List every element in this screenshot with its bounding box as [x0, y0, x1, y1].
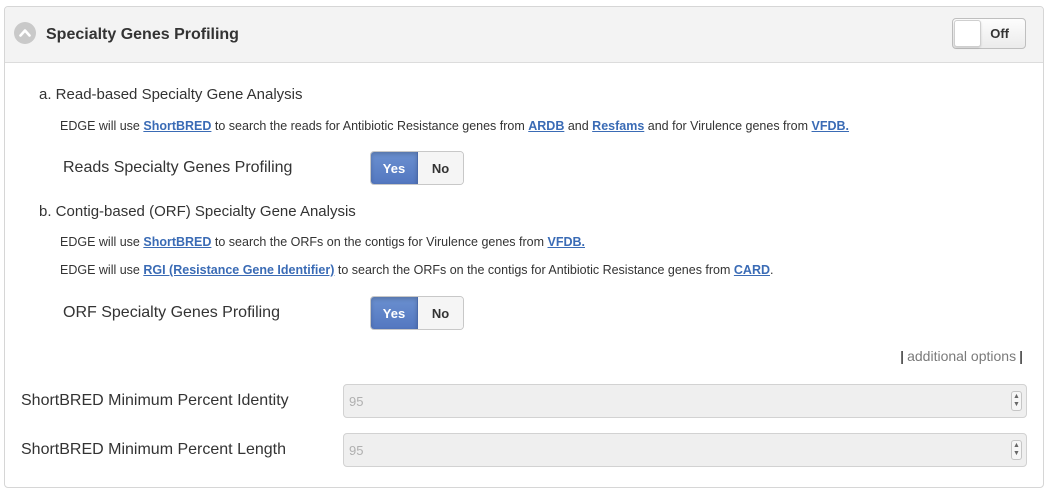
spinner-up-icon[interactable]: ▲ [1013, 442, 1020, 450]
orf-profiling-toggle-group: Yes No [370, 296, 464, 330]
reads-profiling-yes-button[interactable]: Yes [371, 152, 418, 184]
min-percent-identity-row: ▲ ▼ [5, 384, 1043, 418]
specialty-genes-panel: Specialty Genes Profiling Off a. Read-ba… [4, 6, 1044, 488]
bar-left: | [900, 348, 905, 364]
spinner-down-icon[interactable]: ▼ [1013, 450, 1020, 458]
vfdb-link[interactable]: VFDB. [547, 235, 585, 249]
desc-text: EDGE will use [60, 119, 144, 133]
read-based-description: EDGE will use ShortBRED to search the re… [60, 119, 849, 133]
spinner-up-icon[interactable]: ▲ [1013, 393, 1020, 401]
shortbred-link[interactable]: ShortBRED [143, 119, 211, 133]
panel-title: Specialty Genes Profiling [46, 26, 239, 43]
additional-options-link[interactable]: | additional options | [897, 348, 1026, 364]
bar-right: | [1019, 348, 1023, 364]
orf-profiling-no-button[interactable]: No [418, 297, 463, 329]
min-percent-length-row: ▲ ▼ [5, 433, 1043, 467]
shortbred-link[interactable]: ShortBRED [143, 235, 211, 249]
resfams-link[interactable]: Resfams [592, 119, 644, 133]
desc-text: and for Virulence genes from [644, 119, 812, 133]
desc-text: and [564, 119, 593, 133]
desc-text: to search the ORFs on the contigs for An… [334, 263, 734, 277]
reads-profiling-no-button[interactable]: No [418, 152, 463, 184]
desc-text: EDGE will use [60, 263, 144, 277]
orf-profiling-yes-button[interactable]: Yes [371, 297, 418, 329]
desc-text: to search the ORFs on the contigs for Vi… [211, 235, 548, 249]
chevron-up-icon[interactable] [14, 22, 36, 44]
contig-based-description-1: EDGE will use ShortBRED to search the OR… [60, 235, 585, 249]
orf-profiling-label: ORF Specialty Genes Profiling [63, 304, 280, 321]
toggle-knob[interactable] [954, 20, 981, 47]
rgi-link[interactable]: RGI (Resistance Gene Identifier) [143, 263, 334, 277]
ardb-link[interactable]: ARDB [528, 119, 564, 133]
toggle-label: Off [990, 26, 1009, 41]
additional-options-label: additional options [907, 348, 1017, 364]
spinner-down-icon[interactable]: ▼ [1013, 401, 1020, 409]
reads-profiling-label: Reads Specialty Genes Profiling [63, 159, 293, 176]
identity-spinner[interactable]: ▲ ▼ [1011, 391, 1022, 411]
length-spinner[interactable]: ▲ ▼ [1011, 440, 1022, 460]
vfdb-link[interactable]: VFDB. [812, 119, 850, 133]
contig-based-heading: b. Contig-based (ORF) Specialty Gene Ana… [39, 203, 356, 220]
card-link[interactable]: CARD [734, 263, 770, 277]
panel-header[interactable]: Specialty Genes Profiling Off [5, 7, 1043, 63]
specialty-genes-toggle[interactable]: Off [952, 18, 1026, 49]
min-percent-length-input[interactable] [343, 433, 1027, 467]
min-percent-identity-input[interactable] [343, 384, 1027, 418]
reads-profiling-toggle-group: Yes No [370, 151, 464, 185]
read-based-heading: a. Read-based Specialty Gene Analysis [39, 86, 303, 103]
contig-based-description-2: EDGE will use RGI (Resistance Gene Ident… [60, 263, 773, 277]
desc-text: EDGE will use [60, 235, 144, 249]
desc-text: . [770, 263, 774, 277]
desc-text: to search the reads for Antibiotic Resis… [211, 119, 529, 133]
